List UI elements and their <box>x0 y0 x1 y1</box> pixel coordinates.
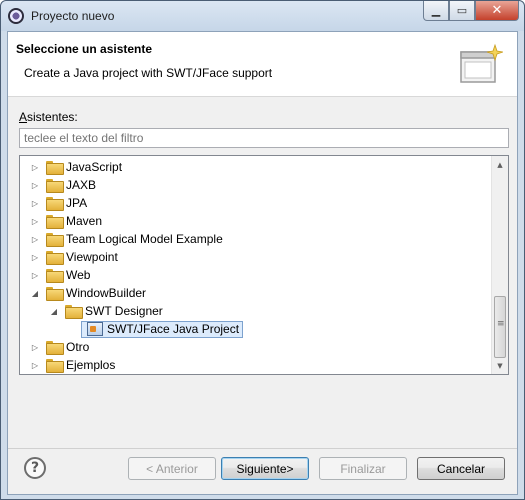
folder-icon <box>46 197 64 211</box>
tree-item[interactable]: ▷ Web <box>30 266 500 284</box>
java-project-icon <box>87 322 103 336</box>
window-controls: ▁ ▭ ✕ <box>423 1 519 21</box>
folder-icon <box>46 341 64 355</box>
collapse-arrow-icon[interactable]: ◢ <box>30 284 40 302</box>
collapse-arrow-icon[interactable]: ◢ <box>49 302 59 320</box>
tree-item-label: JAXB <box>66 178 97 192</box>
tree-item[interactable]: ▷ Maven <box>30 212 500 230</box>
folder-icon <box>46 161 64 175</box>
eclipse-icon <box>8 8 24 24</box>
tree-item-label: Ejemplos <box>66 358 116 372</box>
expand-arrow-icon[interactable]: ▷ <box>30 158 40 176</box>
wizard-header: Seleccione un asistente Create a Java pr… <box>8 32 517 97</box>
tree-item-label: Team Logical Model Example <box>66 232 223 246</box>
finish-button[interactable]: Finalizar <box>319 457 407 480</box>
folder-icon <box>46 179 64 193</box>
tree-item[interactable]: ◢ WindowBuilder <box>30 284 500 302</box>
wizard-banner-icon <box>460 43 503 83</box>
help-icon[interactable]: ? <box>24 457 46 479</box>
tree-item-label: SWT Designer <box>85 304 163 318</box>
minimize-button[interactable]: ▁ <box>423 1 449 21</box>
tree-item[interactable]: ▷ Otro <box>30 338 500 356</box>
tree-item[interactable]: ▷ JPA <box>30 194 500 212</box>
tree-item-label: SWT/JFace Java Project <box>107 322 240 336</box>
folder-icon <box>46 251 64 265</box>
close-button[interactable]: ✕ <box>475 1 519 21</box>
folder-icon <box>46 269 64 283</box>
filter-input[interactable] <box>19 128 509 148</box>
folder-icon <box>46 359 64 373</box>
folder-icon <box>46 233 64 247</box>
title-bar[interactable]: Proyecto nuevo ▁ ▭ ✕ <box>1 1 524 31</box>
window-title: Proyecto nuevo <box>31 9 115 23</box>
scroll-down-icon[interactable]: ▼ <box>492 357 508 374</box>
expand-arrow-icon[interactable]: ▷ <box>30 194 40 212</box>
tree-item-selected[interactable]: SWT/JFace Java Project <box>81 320 508 338</box>
scroll-up-icon[interactable]: ▲ <box>492 156 508 173</box>
tree-item-label: WindowBuilder <box>66 286 147 300</box>
expand-arrow-icon[interactable]: ▷ <box>30 176 40 194</box>
maximize-button[interactable]: ▭ <box>449 1 475 21</box>
footer-separator <box>8 448 517 449</box>
expand-arrow-icon[interactable]: ▷ <box>30 338 40 356</box>
tree-item[interactable]: ▷ JavaScript <box>30 158 500 176</box>
tree-item-label: Viewpoint <box>66 250 118 264</box>
tree-item-label: JavaScript <box>66 160 123 174</box>
tree-item[interactable]: ▷ Team Logical Model Example <box>30 230 500 248</box>
tree-item-label: Web <box>66 268 91 282</box>
expand-arrow-icon[interactable]: ▷ <box>30 230 40 248</box>
cancel-button[interactable]: Cancelar <box>417 457 505 480</box>
tree-item[interactable]: ◢ SWT Designer <box>49 302 508 320</box>
folder-icon <box>46 215 64 229</box>
back-button[interactable]: < Anterior <box>128 457 216 480</box>
tree-item[interactable]: ▷ JAXB <box>30 176 500 194</box>
header-title: Seleccione un asistente <box>16 42 153 56</box>
expand-arrow-icon[interactable]: ▷ <box>30 248 40 266</box>
wizards-label: Asistentes: <box>19 110 78 124</box>
dialog-body: Seleccione un asistente Create a Java pr… <box>7 31 518 495</box>
wizard-tree[interactable]: ▷ JavaScript ▷ JAXB ▷ JPA ▷ Maven ▷ Team… <box>19 155 509 375</box>
dialog-window: Proyecto nuevo ▁ ▭ ✕ Seleccione un asist… <box>0 0 525 500</box>
tree-item[interactable]: ▷ Ejemplos <box>30 356 500 374</box>
vertical-scrollbar[interactable]: ▲ ▼ <box>491 156 508 374</box>
next-button[interactable]: Siguiente> <box>221 457 309 480</box>
expand-arrow-icon[interactable]: ▷ <box>30 266 40 284</box>
folder-open-icon <box>46 287 64 301</box>
expand-arrow-icon[interactable]: ▷ <box>30 356 40 374</box>
folder-open-icon <box>65 305 83 319</box>
tree-item-label: Otro <box>66 340 90 354</box>
header-description: Create a Java project with SWT/JFace sup… <box>24 66 273 80</box>
scroll-thumb[interactable] <box>494 296 506 358</box>
tree-item[interactable]: ▷ Viewpoint <box>30 248 500 266</box>
tree-item-label: Maven <box>66 214 103 228</box>
selected-item[interactable]: SWT/JFace Java Project <box>81 320 244 338</box>
expand-arrow-icon[interactable]: ▷ <box>30 212 40 230</box>
tree-item-label: JPA <box>66 196 88 210</box>
